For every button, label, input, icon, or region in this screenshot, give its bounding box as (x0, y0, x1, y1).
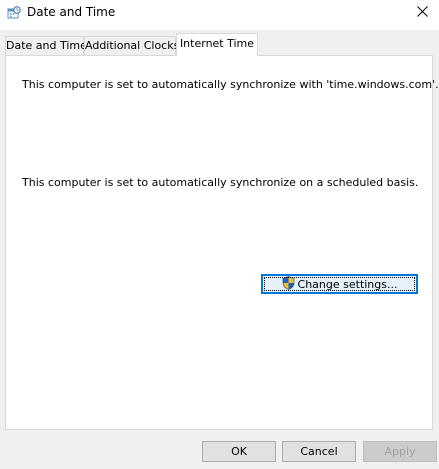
title-bar: Date and Time (0, 0, 439, 30)
internet-time-panel: This computer is set to automatically sy… (5, 55, 439, 430)
sync-server-message: This computer is set to automatically sy… (22, 78, 439, 91)
ok-button[interactable]: OK (202, 441, 276, 462)
close-button[interactable] (405, 0, 439, 26)
close-icon (416, 6, 428, 20)
change-settings-label: Change settings... (297, 277, 398, 291)
window-title: Date and Time (27, 5, 116, 19)
tab-date-and-time[interactable]: Date and Time (5, 36, 87, 55)
date-time-icon (7, 6, 21, 20)
apply-button[interactable]: Apply (363, 441, 437, 462)
tab-internet-time[interactable]: Internet Time (176, 33, 258, 56)
cancel-button[interactable]: Cancel (282, 441, 356, 462)
uac-shield-icon (282, 275, 295, 293)
tab-additional-clocks[interactable]: Additional Clocks (84, 36, 179, 55)
change-settings-button[interactable]: Change settings... (261, 274, 418, 294)
sync-schedule-message: This computer is set to automatically sy… (22, 176, 419, 189)
